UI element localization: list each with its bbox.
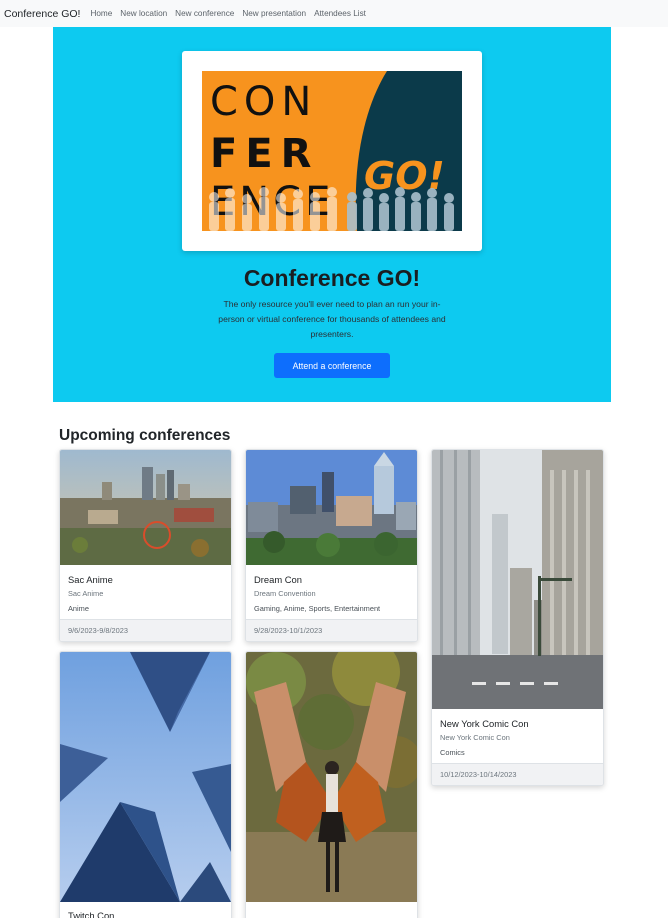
conference-image: [60, 450, 231, 565]
card-description: Comics: [440, 748, 465, 757]
card-title: New York Comic Con: [440, 718, 529, 729]
navbar: Conference GO! Home New location New con…: [0, 0, 668, 27]
card-description: Anime: [68, 604, 89, 613]
hero-section: CON FER ENCE GO! Conference GO! The only…: [53, 27, 611, 402]
conference-card[interactable]: Twitch Con: [59, 651, 232, 918]
card-body: Twitch Con: [68, 910, 225, 918]
hero-lead-line: person or virtual conference for thousan…: [218, 314, 446, 324]
attend-conference-button[interactable]: Attend a conference: [274, 353, 390, 378]
navbar-brand[interactable]: Conference GO!: [4, 8, 80, 20]
conference-card[interactable]: [245, 651, 418, 918]
hero-lead: The only resource you'll ever need to pl…: [202, 297, 462, 342]
card-title: Twitch Con: [68, 910, 115, 918]
card-body: Sac Anime Sac Anime Anime: [68, 574, 225, 613]
conference-image: [246, 652, 417, 902]
hero-lead-line: presenters.: [310, 329, 354, 339]
conference-image: [246, 450, 417, 565]
hero-title: Conference GO!: [243, 265, 421, 291]
card-body: New York Comic Con New York Comic Con Co…: [440, 718, 597, 757]
card-footer-dates: 9/28/2023-10/1/2023: [246, 619, 417, 641]
nav-link-home[interactable]: Home: [90, 9, 112, 18]
logo-text-fer: FER: [210, 131, 319, 177]
card-subtitle: Sac Anime: [68, 589, 104, 598]
logo-text-con: CON: [210, 79, 317, 125]
conference-go-logo: CON FER ENCE GO!: [202, 71, 462, 231]
card-subtitle: New York Comic Con: [440, 733, 510, 742]
conference-card[interactable]: Sac Anime Sac Anime Anime 9/6/2023-9/8/2…: [59, 449, 232, 642]
nav-link-attendees-list[interactable]: Attendees List: [314, 9, 366, 18]
card-footer-dates: 9/6/2023-9/8/2023: [60, 619, 231, 641]
nav-link-new-presentation[interactable]: New presentation: [242, 9, 306, 18]
hero-lead-line: The only resource you'll ever need to pl…: [223, 299, 441, 309]
conference-image: [60, 652, 231, 902]
card-subtitle: Dream Convention: [254, 589, 316, 598]
card-title: Dream Con: [254, 574, 302, 585]
card-title: Sac Anime: [68, 574, 113, 585]
conference-card[interactable]: New York Comic Con New York Comic Con Co…: [431, 449, 604, 786]
nav-link-new-location[interactable]: New location: [120, 9, 167, 18]
card-body: Dream Con Dream Convention Gaming, Anime…: [254, 574, 411, 613]
nav-link-new-conference[interactable]: New conference: [175, 9, 234, 18]
card-footer-dates: 10/12/2023-10/14/2023: [432, 763, 603, 785]
conference-card[interactable]: Dream Con Dream Convention Gaming, Anime…: [245, 449, 418, 642]
upcoming-conferences-heading: Upcoming conferences: [59, 427, 231, 444]
logo-card: CON FER ENCE GO!: [182, 51, 482, 251]
conference-image: [432, 450, 603, 709]
card-description: Gaming, Anime, Sports, Entertainment: [254, 604, 381, 613]
